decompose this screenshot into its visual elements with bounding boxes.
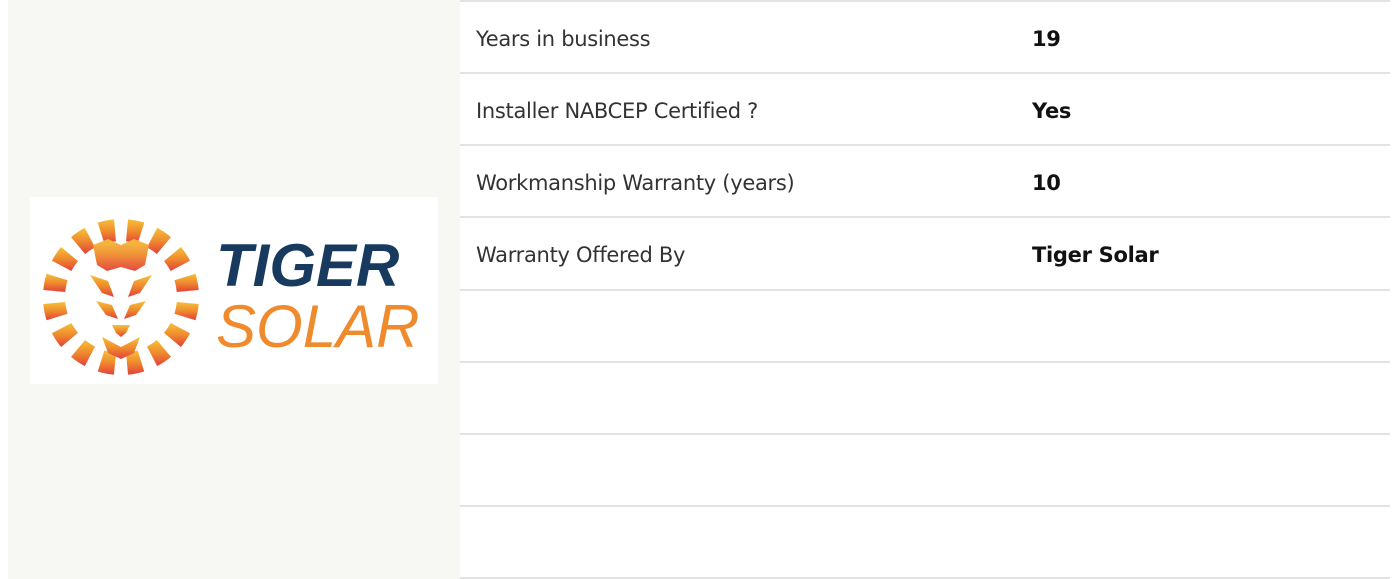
row-label: Workmanship Warranty (years) — [476, 171, 795, 195]
table-row — [460, 433, 1390, 505]
sun-ray-segment — [71, 339, 96, 367]
sun-ray-segment — [71, 227, 96, 255]
sun-ray-segment — [174, 273, 199, 292]
table-row: Years in business 19 — [460, 0, 1390, 72]
sun-ray-segment — [51, 322, 79, 347]
installer-details-table: Years in business 19 Installer NABCEP Ce… — [460, 0, 1390, 579]
sun-ray-segment — [163, 322, 191, 347]
sun-ray-segment — [146, 227, 171, 255]
table-row: Installer NABCEP Certified ? Yes — [460, 72, 1390, 144]
table-row — [460, 505, 1390, 577]
sun-ray-segment — [174, 302, 199, 321]
tiger-face-icon — [90, 239, 152, 359]
tiger-solar-logo: TIGER SOLAR — [43, 219, 419, 375]
table-row: Warranty Offered By Tiger Solar — [460, 216, 1390, 288]
sun-ray-segment — [43, 302, 68, 321]
sun-ray-segment — [51, 247, 79, 272]
row-label: Installer NABCEP Certified ? — [476, 99, 759, 123]
row-value: 19 — [1032, 27, 1061, 51]
row-label: Warranty Offered By — [476, 243, 686, 267]
sun-ray-segment — [43, 273, 68, 292]
logo-text-tiger: TIGER — [216, 232, 399, 299]
company-logo: TIGER SOLAR — [30, 197, 438, 384]
row-label: Years in business — [476, 27, 651, 51]
sun-ray-segment — [146, 339, 171, 367]
logo-text-solar: SOLAR — [216, 293, 419, 360]
sun-ray-segment — [163, 247, 191, 272]
table-row — [460, 289, 1390, 361]
table-row — [460, 361, 1390, 433]
row-value: Tiger Solar — [1032, 243, 1159, 267]
table-row: Workmanship Warranty (years) 10 — [460, 144, 1390, 216]
row-value: 10 — [1032, 171, 1061, 195]
row-value: Yes — [1032, 99, 1072, 123]
